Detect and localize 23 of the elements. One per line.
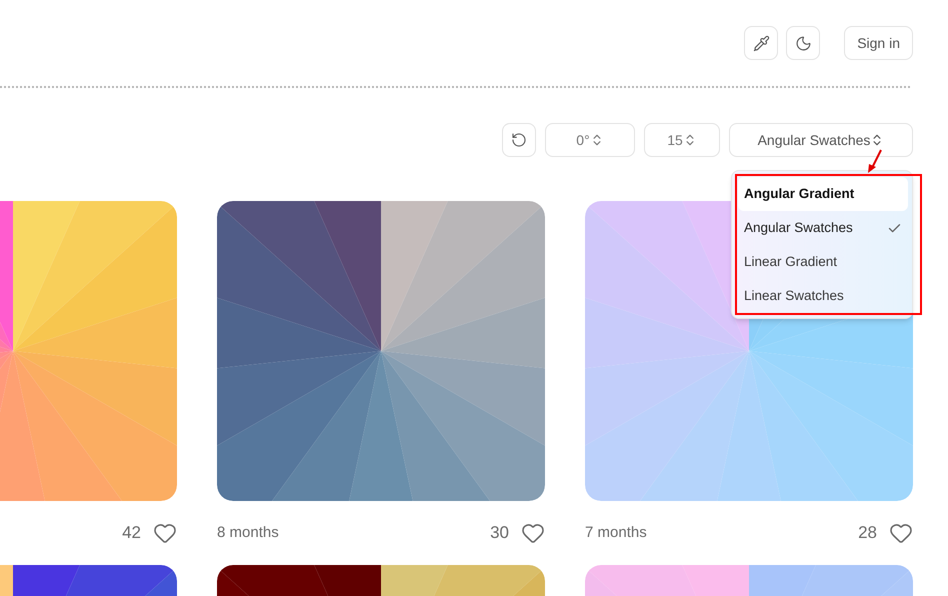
eyedropper-button[interactable] xyxy=(744,26,778,60)
heart-icon[interactable] xyxy=(153,521,177,545)
angle-select[interactable]: 0° xyxy=(545,123,635,157)
menu-item[interactable]: Linear Gradient xyxy=(738,245,908,279)
time-label: 8 months xyxy=(217,522,279,543)
like-count: 42 xyxy=(122,522,141,544)
like-count: 30 xyxy=(490,522,509,544)
sign-in-button[interactable]: Sign in xyxy=(844,26,913,60)
steps-select[interactable]: 15 xyxy=(644,123,720,157)
mode-select[interactable]: Angular Swatches xyxy=(729,123,913,157)
time-label: 7 months xyxy=(585,522,647,543)
menu-item[interactable]: Angular Swatches xyxy=(738,211,908,245)
theme-toggle-button[interactable] xyxy=(786,26,820,60)
reset-button[interactable] xyxy=(502,123,536,157)
menu-item[interactable]: Linear Swatches xyxy=(738,279,908,313)
menu-item[interactable]: Angular Gradient xyxy=(738,177,908,211)
like-count: 28 xyxy=(858,522,877,544)
heart-icon[interactable] xyxy=(521,521,545,545)
reset-icon xyxy=(511,132,527,148)
annotation-arrow xyxy=(866,148,884,174)
heart-icon[interactable] xyxy=(889,521,913,545)
moon-icon xyxy=(794,34,812,52)
eyedropper-icon xyxy=(752,34,770,52)
